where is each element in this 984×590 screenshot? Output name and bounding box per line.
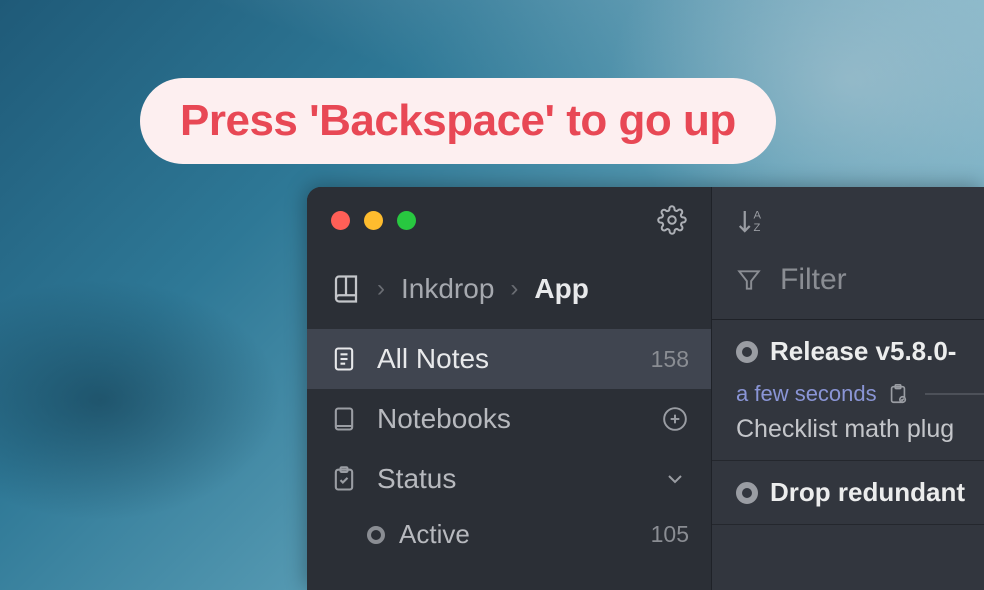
sidebar-item-label: Status <box>377 463 643 495</box>
sidebar-item-label: Notebooks <box>377 403 643 435</box>
task-icon <box>887 383 909 405</box>
sidebar-item-all-notes[interactable]: All Notes 158 <box>307 329 711 389</box>
traffic-lights <box>331 211 416 230</box>
close-button[interactable] <box>331 211 350 230</box>
filter-placeholder: Filter <box>780 263 847 297</box>
note-title-row: Release v5.8.0- <box>736 336 984 367</box>
nav-section: All Notes 158 Notebooks <box>307 329 711 550</box>
hint-text: Press 'Backspace' to go up <box>180 96 736 146</box>
breadcrumb-root[interactable]: Inkdrop <box>401 273 494 305</box>
main-panel: A Z Filter Release v5.8.0- a few seconds <box>711 187 984 590</box>
status-icon <box>329 464 359 494</box>
note-timestamp: a few seconds <box>736 381 877 407</box>
note-title: Release v5.8.0- <box>770 336 956 367</box>
sidebar: › Inkdrop › App All Notes 158 <box>307 187 711 590</box>
note-list-item[interactable]: Release v5.8.0- a few seconds Checklist … <box>712 320 984 461</box>
settings-button[interactable] <box>657 205 687 235</box>
sidebar-item-count: 158 <box>651 346 689 373</box>
note-icon <box>329 344 359 374</box>
breadcrumb-current[interactable]: App <box>534 273 588 305</box>
note-title-row: Drop redundant <box>736 477 984 508</box>
app-window: › Inkdrop › App All Notes 158 <box>307 187 984 590</box>
book-icon[interactable] <box>331 274 361 304</box>
status-dot-icon <box>736 341 758 363</box>
titlebar <box>307 187 711 245</box>
chevron-down-icon[interactable] <box>661 465 689 493</box>
fullscreen-button[interactable] <box>397 211 416 230</box>
sort-az-icon: A Z <box>736 205 766 237</box>
sidebar-subitem-active[interactable]: Active 105 <box>307 509 711 550</box>
svg-text:A: A <box>754 210 762 222</box>
note-preview: Checklist math plug <box>736 415 984 444</box>
note-list-item[interactable]: Drop redundant <box>712 461 984 525</box>
minimize-button[interactable] <box>364 211 383 230</box>
svg-text:Z: Z <box>754 222 761 234</box>
chevron-right-icon: › <box>377 275 385 303</box>
chevron-right-icon: › <box>510 275 518 303</box>
breadcrumb: › Inkdrop › App <box>307 245 711 329</box>
sidebar-item-notebooks[interactable]: Notebooks <box>307 389 711 449</box>
sidebar-subitem-label: Active <box>399 519 637 550</box>
status-dot-icon <box>736 482 758 504</box>
sidebar-item-status[interactable]: Status <box>307 449 711 509</box>
add-notebook-button[interactable] <box>661 405 689 433</box>
note-title: Drop redundant <box>770 477 965 508</box>
notebook-icon <box>329 404 359 434</box>
gear-icon <box>657 205 687 235</box>
filter-icon <box>736 267 762 293</box>
sort-button[interactable]: A Z <box>712 187 984 245</box>
note-meta: a few seconds <box>736 381 984 407</box>
hint-banner: Press 'Backspace' to go up <box>140 78 776 164</box>
filter-input[interactable]: Filter <box>712 245 984 320</box>
status-dot-icon <box>367 526 385 544</box>
sidebar-item-label: All Notes <box>377 343 633 375</box>
divider-line <box>925 393 984 395</box>
sidebar-subitem-count: 105 <box>651 521 689 548</box>
